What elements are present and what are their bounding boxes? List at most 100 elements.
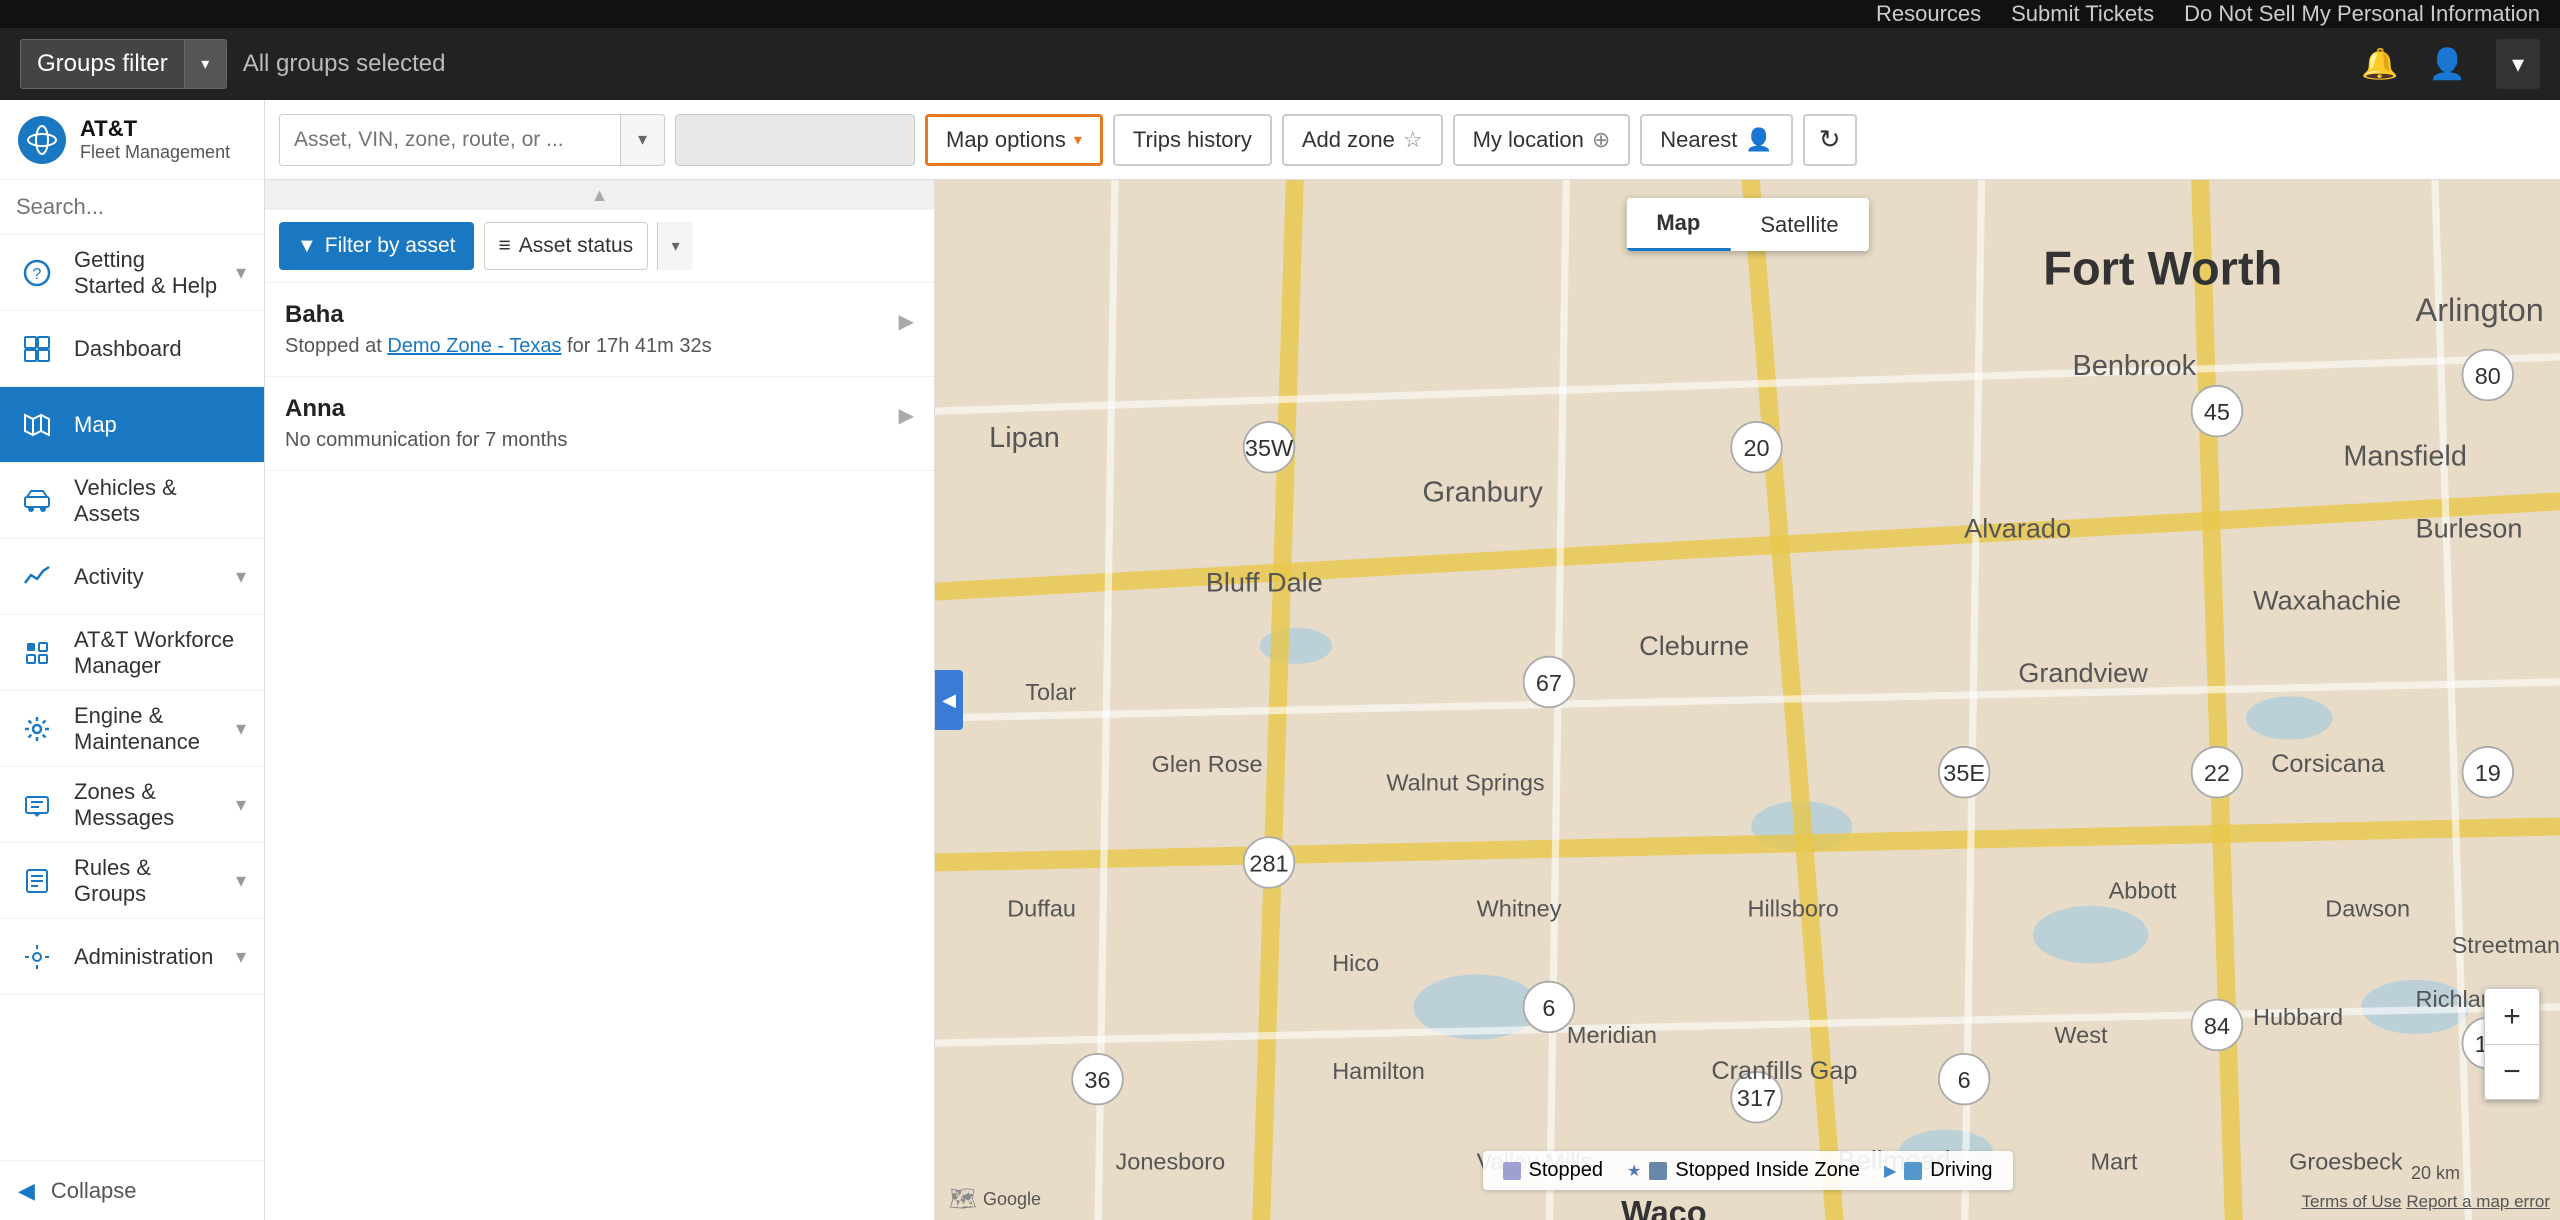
- rules-label: Rules & Groups: [74, 855, 218, 907]
- sidebar-item-map[interactable]: Map: [0, 387, 264, 463]
- legend-stopped: Stopped: [1502, 1159, 1603, 1182]
- legend-stopped-zone: ★ Stopped Inside Zone: [1627, 1159, 1860, 1182]
- zoom-in-button[interactable]: +: [2484, 988, 2540, 1044]
- map-toggle-map-button[interactable]: Map: [1626, 198, 1730, 251]
- engine-label: Engine & Maintenance: [74, 703, 218, 755]
- svg-text:281: 281: [1249, 851, 1288, 877]
- top-nav: Resources Submit Tickets Do Not Sell My …: [0, 0, 2560, 28]
- resources-link[interactable]: Resources: [1876, 1, 1981, 27]
- svg-text:Bluff Dale: Bluff Dale: [1206, 567, 1323, 598]
- user-icon: 👤: [2429, 47, 2466, 82]
- sidebar-item-dashboard[interactable]: Dashboard: [0, 311, 264, 387]
- anna-arrow-icon: ▶: [899, 395, 914, 428]
- collapse-panel-chevron-icon: ◀: [942, 690, 956, 711]
- svg-text:Granbury: Granbury: [1423, 476, 1544, 508]
- svg-text:19: 19: [2475, 760, 2501, 786]
- scale-label: 20 km: [2411, 1163, 2460, 1183]
- panel-scroll-top: ▲: [265, 180, 934, 210]
- sidebar-item-getting-started[interactable]: ? Getting Started & Help ▾: [0, 235, 264, 311]
- sidebar-search-input[interactable]: [16, 194, 248, 220]
- legend-stopped-zone-label: Stopped Inside Zone: [1675, 1159, 1860, 1182]
- refresh-button[interactable]: ↻: [1803, 114, 1857, 166]
- baha-status-at: at: [365, 335, 387, 357]
- svg-text:Dawson: Dawson: [2325, 896, 2410, 922]
- asset-search-dropdown-button[interactable]: ▾: [620, 115, 664, 165]
- notification-button[interactable]: 🔔: [2361, 47, 2398, 82]
- zones-icon: [18, 786, 56, 824]
- scroll-up-icon: ▲: [591, 185, 609, 206]
- map-toggle-satellite-button[interactable]: Satellite: [1730, 198, 1868, 251]
- workforce-icon: [18, 634, 56, 672]
- map-zoom-controls: + −: [2484, 988, 2540, 1100]
- do-not-sell-link[interactable]: Do Not Sell My Personal Information: [2184, 1, 2540, 27]
- svg-text:80: 80: [2475, 363, 2501, 389]
- submit-tickets-link[interactable]: Submit Tickets: [2011, 1, 2154, 27]
- svg-text:Groesbeck: Groesbeck: [2289, 1148, 2403, 1174]
- svg-text:West: West: [2054, 1022, 2108, 1048]
- svg-text:35E: 35E: [1943, 760, 1985, 786]
- asset-panel: ▲ ▼ Filter by asset ≡ Asset status ▾: [265, 180, 935, 1220]
- sidebar-item-engine[interactable]: Engine & Maintenance ▾: [0, 691, 264, 767]
- asset-anna-status: No communication for 7 months: [285, 429, 567, 452]
- my-location-button[interactable]: My location ⊕: [1453, 114, 1631, 166]
- svg-text:84: 84: [2204, 1013, 2230, 1039]
- getting-started-label: Getting Started & Help: [74, 247, 218, 299]
- asset-item-baha[interactable]: Baha Stopped at Demo Zone - Texas for 17…: [265, 283, 934, 377]
- add-zone-label: Add zone: [1302, 127, 1395, 153]
- stopped-zone-dot: [1649, 1162, 1667, 1180]
- sidebar-item-workforce[interactable]: AT&T Workforce Manager: [0, 615, 264, 691]
- svg-text:Meridian: Meridian: [1567, 1022, 1657, 1048]
- vehicles-label: Vehicles & Assets: [74, 475, 246, 527]
- collapse-label: Collapse: [51, 1178, 137, 1204]
- asset-search-input[interactable]: [280, 115, 620, 165]
- svg-text:Mansfield: Mansfield: [2343, 440, 2467, 472]
- map-view[interactable]: 35W 20 45 80 281 67 35E 2: [935, 180, 2560, 1220]
- anna-status-label: No communication for 7 months: [285, 429, 567, 451]
- collapse-panel-button[interactable]: ◀: [935, 670, 963, 730]
- nearest-button[interactable]: Nearest 👤: [1640, 114, 1792, 166]
- report-error-link[interactable]: Report a map error: [2406, 1192, 2550, 1211]
- driving-arrow-icon: ▶: [1884, 1161, 1896, 1181]
- workforce-label: AT&T Workforce Manager: [74, 627, 246, 679]
- map-icon: [18, 406, 56, 444]
- terms-link[interactable]: Terms of Use: [2302, 1192, 2402, 1211]
- map-content-area: ▲ ▼ Filter by asset ≡ Asset status ▾: [265, 180, 2560, 1220]
- sidebar-item-administration[interactable]: Administration ▾: [0, 919, 264, 995]
- sidebar-item-vehicles[interactable]: Vehicles & Assets: [0, 463, 264, 539]
- sidebar-item-rules[interactable]: Rules & Groups ▾: [0, 843, 264, 919]
- baha-arrow-icon: ▶: [899, 301, 914, 334]
- svg-text:Grandview: Grandview: [2018, 657, 2148, 688]
- rules-icon: [18, 862, 56, 900]
- user-dropdown[interactable]: ▾: [2496, 39, 2540, 89]
- asset-status-dropdown-button[interactable]: ▾: [657, 222, 693, 270]
- asset-baha-name: Baha: [285, 301, 712, 329]
- add-zone-star-icon: ☆: [1403, 127, 1423, 153]
- secondary-search-input[interactable]: [675, 114, 915, 166]
- sidebar-item-activity[interactable]: Activity ▾: [0, 539, 264, 615]
- svg-text:317: 317: [1737, 1085, 1776, 1111]
- logo-text: AT&T Fleet Management: [80, 116, 230, 163]
- map-background: 35W 20 45 80 281 67 35E 2: [935, 180, 2560, 1220]
- add-zone-button[interactable]: Add zone ☆: [1282, 114, 1443, 166]
- svg-text:Abbott: Abbott: [2109, 878, 2177, 904]
- collapse-arrow-icon: ◀: [18, 1178, 35, 1204]
- sidebar-item-zones[interactable]: Zones & Messages ▾: [0, 767, 264, 843]
- panel-filter-bar: ▼ Filter by asset ≡ Asset status ▾: [265, 210, 934, 283]
- zoom-out-button[interactable]: −: [2484, 1044, 2540, 1100]
- legend-driving-label: Driving: [1930, 1159, 1992, 1182]
- bell-icon: 🔔: [2361, 47, 2398, 82]
- svg-text:Glen Rose: Glen Rose: [1152, 751, 1263, 777]
- map-options-button[interactable]: Map options ▾: [925, 114, 1103, 166]
- svg-text:Hamilton: Hamilton: [1332, 1058, 1425, 1084]
- baha-zone-link[interactable]: Demo Zone - Texas: [387, 335, 561, 357]
- administration-label: Administration: [74, 944, 218, 970]
- filter-by-asset-button[interactable]: ▼ Filter by asset: [279, 222, 474, 270]
- asset-item-anna[interactable]: Anna No communication for 7 months ▶: [265, 377, 934, 471]
- asset-status-button[interactable]: ≡ Asset status: [484, 222, 649, 270]
- sidebar-collapse-button[interactable]: ◀ Collapse: [0, 1160, 264, 1220]
- groups-filter-button[interactable]: Groups filter ▾: [20, 39, 227, 89]
- trips-history-button[interactable]: Trips history: [1113, 114, 1272, 166]
- my-location-target-icon: ⊕: [1592, 127, 1610, 153]
- user-profile-button[interactable]: 👤: [2429, 47, 2466, 82]
- baha-status-label: Stopped: [285, 335, 360, 357]
